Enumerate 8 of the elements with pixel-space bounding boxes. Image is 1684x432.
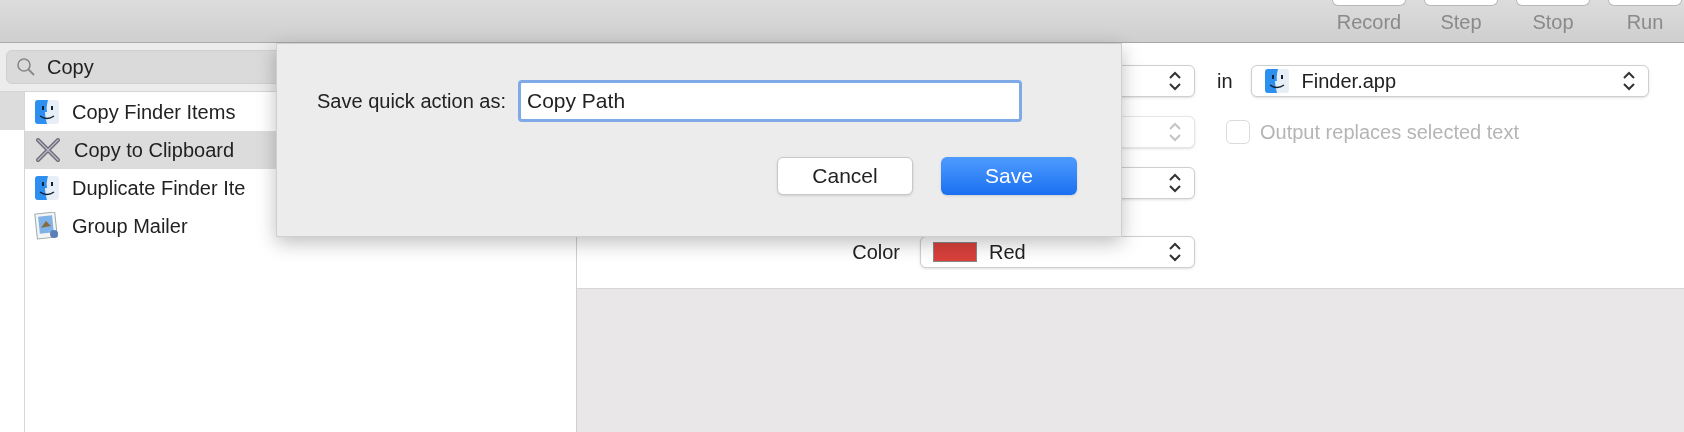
color-label: Color <box>852 240 900 265</box>
toolbar-button-label: Run <box>1626 10 1664 35</box>
in-label: in <box>1217 69 1233 94</box>
checkbox-label: Output replaces selected text <box>1260 120 1520 145</box>
toolbar-button-label: Record <box>1336 10 1402 35</box>
toolbar-button-label: Step <box>1440 10 1482 35</box>
toolbar-button-label: Stop <box>1532 10 1574 35</box>
dialog-label: Save quick action as: <box>317 89 506 114</box>
